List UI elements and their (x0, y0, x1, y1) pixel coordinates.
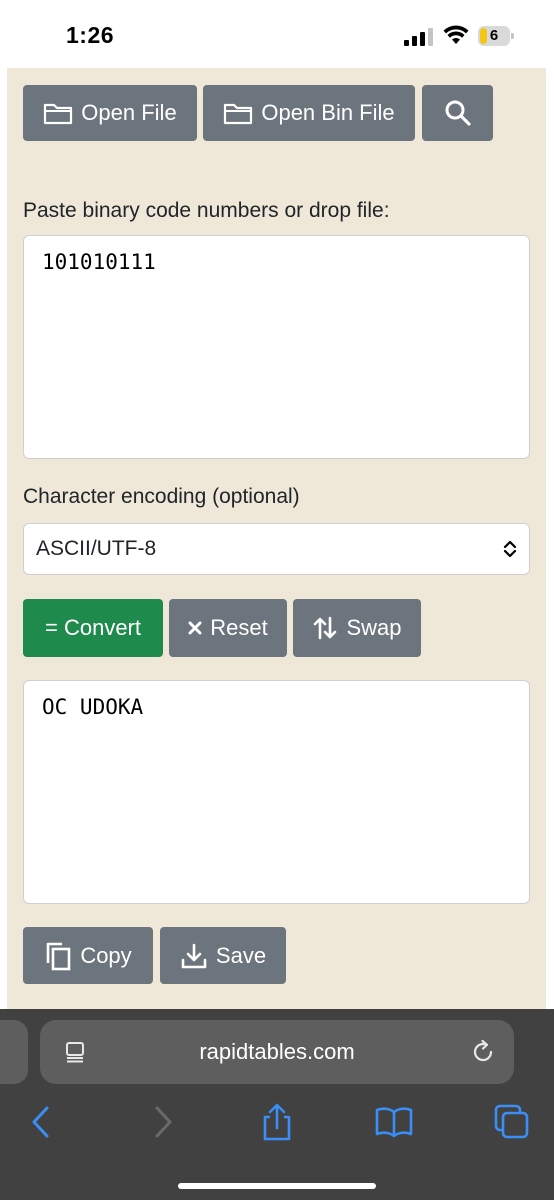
folder-icon (44, 103, 73, 125)
swap-button[interactable]: Swap (293, 599, 421, 657)
swap-arrows-icon (314, 616, 337, 640)
swap-label: Swap (346, 615, 402, 640)
address-bar[interactable]: rapidtables.com (40, 1020, 514, 1084)
battery-level: 6 (489, 27, 499, 44)
share-icon[interactable] (257, 1102, 297, 1142)
wifi-icon (443, 25, 469, 44)
input-label: Paste binary code numbers or drop file: (23, 199, 390, 222)
signal-icon (404, 28, 433, 46)
open-bin-file-label: Open Bin File (261, 100, 395, 125)
folder-icon (224, 103, 253, 125)
open-bin-file-button[interactable]: Open Bin File (203, 85, 415, 141)
bookmarks-icon[interactable] (374, 1102, 414, 1142)
tabs-icon[interactable] (492, 1102, 532, 1142)
chevron-up-down-icon (503, 540, 517, 558)
status-bar: 1:26 6 (0, 0, 554, 68)
url-text: rapidtables.com (199, 1039, 355, 1064)
search-icon (445, 100, 471, 126)
text-output[interactable]: OC UDOKA (23, 680, 530, 904)
convert-label: = Convert (45, 615, 141, 640)
save-label: Save (215, 942, 267, 968)
previous-tab[interactable] (0, 1020, 28, 1084)
close-icon (188, 621, 202, 635)
open-file-label: Open File (81, 100, 177, 125)
open-file-button[interactable]: Open File (23, 85, 197, 141)
encoding-label: Character encoding (optional) (23, 485, 300, 508)
download-icon (181, 943, 207, 968)
encoding-selected: ASCII/UTF-8 (36, 537, 157, 560)
search-button[interactable] (422, 85, 493, 141)
copy-button[interactable]: Copy (23, 927, 153, 984)
converter-panel: Open File Open Bin File Paste binary cod… (7, 68, 546, 1009)
save-button[interactable]: Save (160, 927, 286, 984)
copy-icon (47, 942, 71, 970)
forward-icon[interactable] (142, 1102, 182, 1142)
back-icon[interactable] (22, 1102, 62, 1142)
browser-toolbar: rapidtables.com (0, 1009, 554, 1200)
convert-button[interactable]: = Convert (23, 599, 163, 657)
copy-label: Copy (80, 942, 132, 968)
reload-icon[interactable] (470, 1039, 496, 1065)
status-time: 1:26 (66, 22, 115, 48)
reset-button[interactable]: Reset (169, 599, 287, 657)
battery-icon: 6 (478, 26, 514, 46)
binary-input[interactable]: 101010111 (23, 235, 530, 459)
reset-label: Reset (210, 615, 268, 640)
encoding-select[interactable]: ASCII/UTF-8 (23, 523, 530, 575)
home-indicator (178, 1183, 376, 1189)
